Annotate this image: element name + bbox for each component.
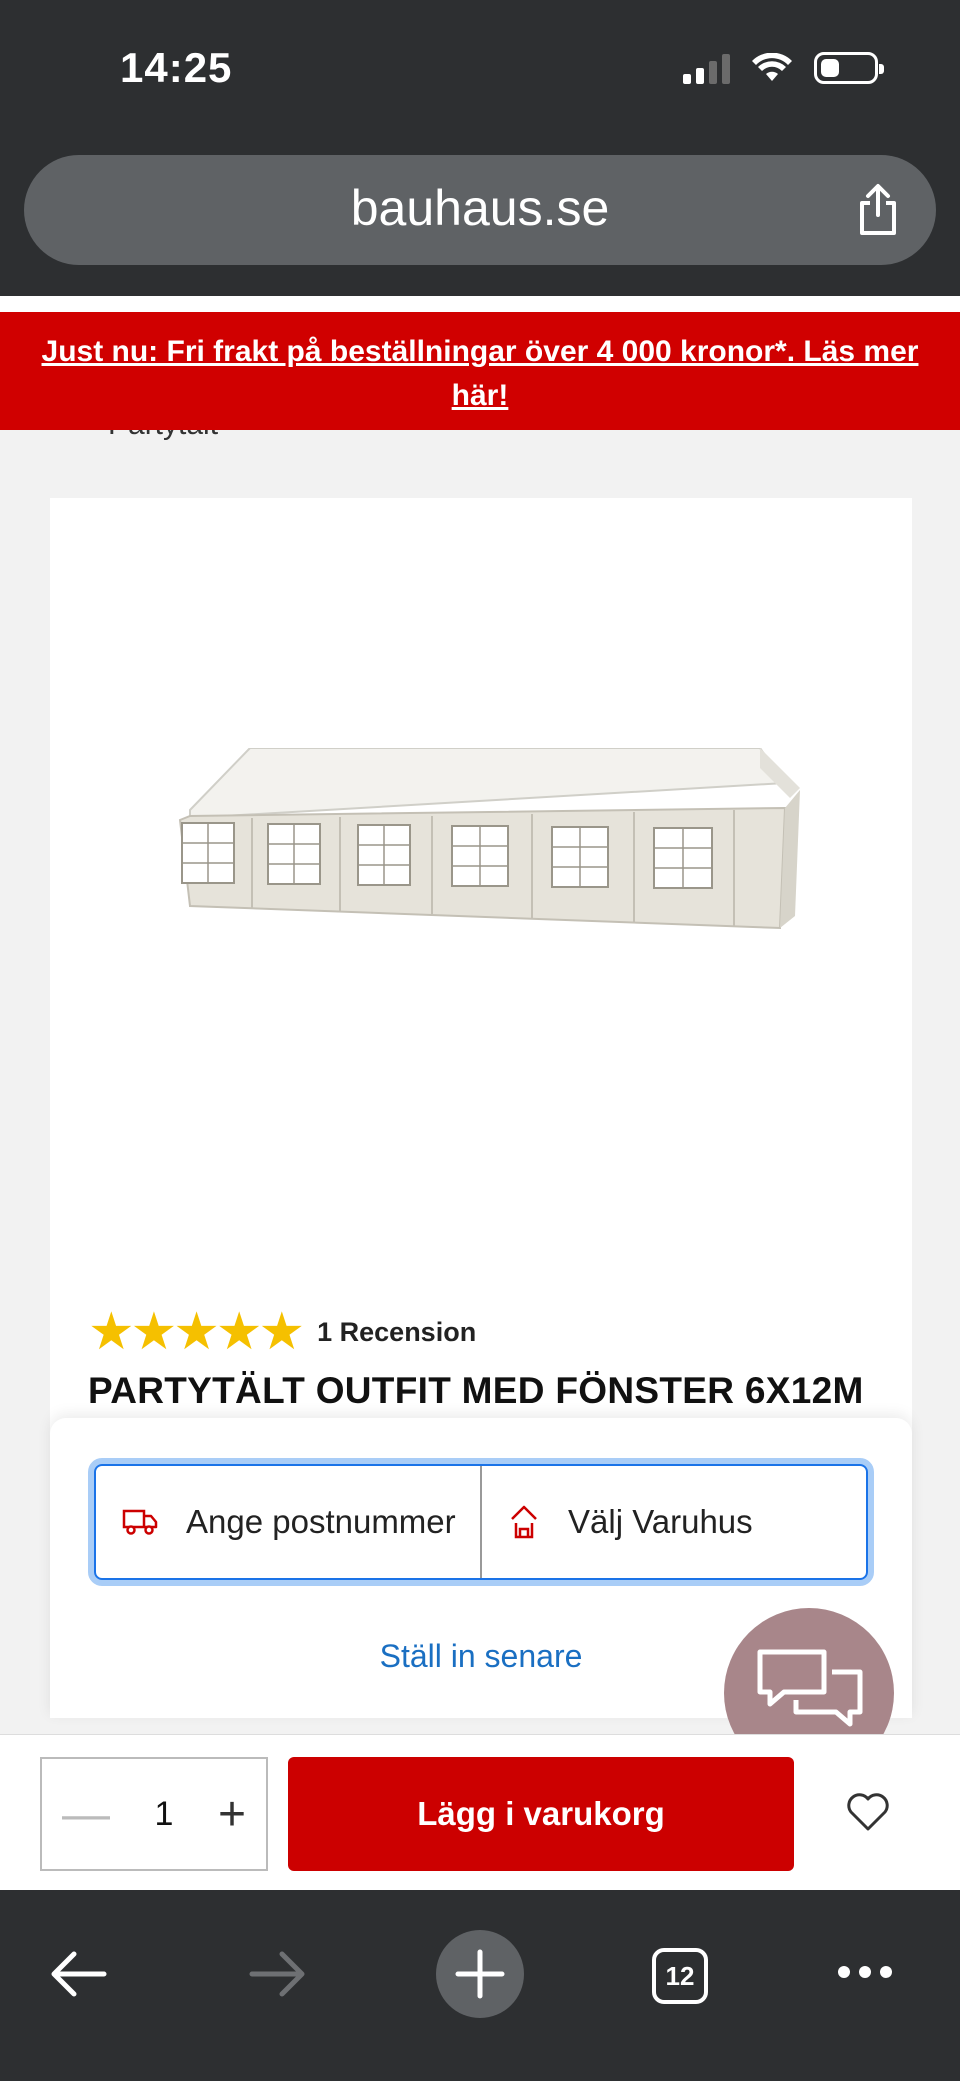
increase-quantity-button[interactable]: + [218,1787,246,1842]
browser-bottom-nav: 12 [0,1890,960,2081]
store-icon [511,1505,537,1539]
more-options-icon[interactable] [836,1964,894,1980]
battery-level [821,59,839,77]
product-title: PARTYTÄLT OUTFIT MED FÖNSTER 6X12M [88,1370,864,1411]
store-label: Välj Varuhus [568,1503,753,1540]
star-icon: ★ [258,1303,306,1361]
plus-icon [455,1949,505,1999]
browser-top-chrome: 14:25 bauhaus.se [0,0,960,296]
delivery-selector: Ange postnummer Välj Varuhus [88,1458,874,1586]
url-text: bauhaus.se [350,180,610,236]
postcode-button[interactable]: Ange postnummer [96,1466,480,1578]
heart-icon[interactable] [846,1793,890,1833]
product-image[interactable] [160,748,800,978]
delivery-truck-icon [122,1509,158,1535]
decrease-quantity-button[interactable]: — [62,1787,110,1842]
star-icon: ★ [130,1303,178,1361]
page-header-strip [0,296,960,312]
add-to-cart-bar: — 1 + Lägg i varukorg [0,1734,960,1890]
star-icon: ★ [173,1303,220,1361]
quantity-stepper: — 1 + [40,1757,268,1871]
review-count[interactable]: 1 Recension [317,1317,476,1348]
star-icon: ★ [215,1303,263,1361]
chat-icon [757,1649,863,1727]
star-icon: ★ [88,1303,135,1361]
cellular-signal-icon [683,52,730,84]
store-button[interactable]: Välj Varuhus [480,1466,866,1578]
share-icon[interactable] [854,183,902,237]
new-tab-button[interactable] [436,1930,524,2018]
add-to-cart-button[interactable]: Lägg i varukorg [288,1757,794,1871]
wifi-icon [752,53,792,81]
quantity-value[interactable]: 1 [155,1795,174,1834]
tabs-button[interactable]: 12 [652,1948,708,2004]
postcode-label: Ange postnummer [186,1503,456,1540]
forward-arrow-icon[interactable] [248,1948,308,2000]
promo-banner-link[interactable]: Just nu: Fri frakt på beställningar över… [42,335,919,412]
status-time: 14:25 [120,44,233,91]
promo-banner: Just nu: Fri frakt på beställningar över… [0,312,960,430]
battery-icon [814,52,884,84]
back-arrow-icon[interactable] [48,1948,108,2000]
product-rating[interactable]: ★ ★ ★ ★ ★ 1 Recension [88,1306,476,1358]
address-bar[interactable]: bauhaus.se [24,155,936,265]
status-icons [683,52,884,84]
